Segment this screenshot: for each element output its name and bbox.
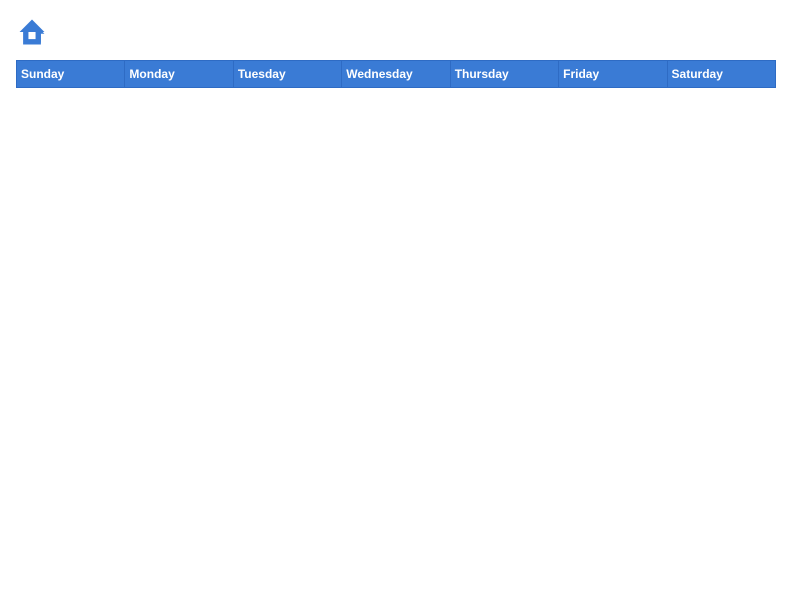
calendar-header-thursday: Thursday [450,61,558,88]
calendar-header-wednesday: Wednesday [342,61,450,88]
calendar-table: SundayMondayTuesdayWednesdayThursdayFrid… [16,60,776,88]
calendar-header-row: SundayMondayTuesdayWednesdayThursdayFrid… [17,61,776,88]
calendar-header-saturday: Saturday [667,61,775,88]
page-header [16,16,776,48]
logo-icon [16,16,48,48]
calendar-header-friday: Friday [559,61,667,88]
calendar-header-tuesday: Tuesday [233,61,341,88]
logo [16,16,52,48]
calendar-header-sunday: Sunday [17,61,125,88]
calendar-header-monday: Monday [125,61,233,88]
